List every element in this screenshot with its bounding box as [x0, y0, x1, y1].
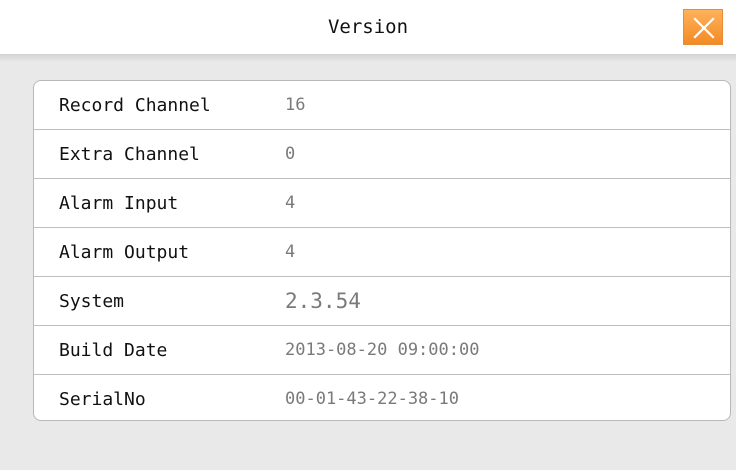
system-label: System: [59, 291, 125, 312]
build-date-label: Build Date: [59, 340, 168, 361]
extra-channel-value: 0: [285, 144, 296, 164]
close-button[interactable]: [683, 9, 723, 45]
info-row-alarm-output: Alarm Output 4: [34, 228, 730, 277]
alarm-output-value: 4: [285, 242, 296, 262]
title-bar: Version: [0, 0, 736, 54]
info-row-system: System 2.3.54: [34, 277, 730, 326]
dialog-title: Version: [327, 16, 409, 38]
record-channel-label: Record Channel: [59, 95, 211, 116]
serial-no-value: 00-01-43-22-38-10: [285, 389, 459, 409]
build-date-value: 2013-08-20 09:00:00: [285, 340, 480, 360]
info-row-build-date: Build Date 2013-08-20 09:00:00: [34, 326, 730, 375]
record-channel-value: 16: [285, 95, 306, 115]
system-version-value: 2.3.54: [285, 289, 361, 313]
info-row-extra-channel: Extra Channel 0: [34, 130, 730, 179]
info-row-alarm-input: Alarm Input 4: [34, 179, 730, 228]
title-bar-shadow: [0, 54, 736, 62]
close-icon: [693, 17, 715, 39]
info-row-record-channel: Record Channel 16: [34, 81, 730, 130]
info-row-serial-no: SerialNo 00-01-43-22-38-10: [34, 375, 730, 420]
alarm-input-label: Alarm Input: [59, 193, 179, 214]
alarm-input-value: 4: [285, 193, 296, 213]
serial-no-label: SerialNo: [59, 389, 146, 410]
version-info-panel: Record Channel 16 Extra Channel 0 Alarm …: [33, 80, 731, 421]
version-dialog: Version Record Channel 16 Extra Channel …: [0, 0, 736, 470]
extra-channel-label: Extra Channel: [59, 144, 200, 165]
alarm-output-label: Alarm Output: [59, 242, 190, 263]
